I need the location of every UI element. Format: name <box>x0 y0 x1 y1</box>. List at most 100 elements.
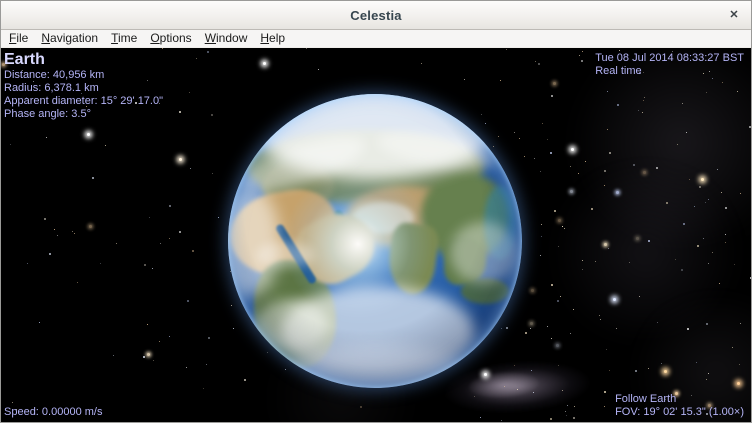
star <box>44 218 46 220</box>
star <box>551 284 553 286</box>
star <box>179 158 182 161</box>
star <box>514 132 515 133</box>
star <box>648 368 649 369</box>
star <box>675 259 676 260</box>
star <box>599 315 600 316</box>
star <box>619 50 620 51</box>
star <box>574 406 575 407</box>
star <box>530 322 533 325</box>
star <box>524 156 525 157</box>
star <box>169 238 170 239</box>
star <box>600 319 601 320</box>
star <box>740 193 741 194</box>
star <box>648 240 650 242</box>
star <box>542 123 543 124</box>
star <box>643 171 646 174</box>
star <box>557 300 559 302</box>
star <box>525 332 527 334</box>
star <box>750 277 751 279</box>
star <box>661 363 662 364</box>
star <box>12 402 13 403</box>
speed-info: Speed: 0.00000 m/s <box>4 406 102 419</box>
star <box>360 406 362 408</box>
star <box>604 243 607 246</box>
menu-window[interactable]: Window <box>205 30 248 47</box>
star <box>550 418 552 420</box>
titlebar[interactable]: Celestia ✕ <box>1 1 751 30</box>
star <box>189 92 190 93</box>
star <box>504 386 505 387</box>
star <box>708 373 709 374</box>
star <box>421 63 422 64</box>
star <box>571 148 574 151</box>
star <box>27 263 28 264</box>
star <box>683 223 685 225</box>
menu-time[interactable]: Time <box>111 30 137 47</box>
menu-file[interactable]: File <box>9 30 28 47</box>
celestia-window: Celestia ✕ File Navigation Time Options … <box>0 0 752 423</box>
star <box>484 373 487 376</box>
star <box>147 324 148 325</box>
star <box>207 51 209 53</box>
star <box>699 186 701 188</box>
star <box>501 420 502 421</box>
star <box>582 269 583 270</box>
star <box>617 104 619 106</box>
star <box>231 305 232 306</box>
star <box>737 91 738 92</box>
star <box>607 129 608 130</box>
star <box>212 173 213 174</box>
star <box>565 411 566 412</box>
star <box>531 289 534 292</box>
star <box>701 178 704 181</box>
star <box>697 245 699 247</box>
star <box>116 243 117 244</box>
close-icon[interactable]: ✕ <box>726 7 742 23</box>
star <box>656 167 658 169</box>
star <box>74 233 75 234</box>
menu-options[interactable]: Options <box>150 30 191 47</box>
menu-navigation[interactable]: Navigation <box>41 30 98 47</box>
star <box>89 225 92 228</box>
fov-value: FOV: 19° 02' 15.3" (1.00×) <box>615 406 744 419</box>
star <box>541 236 542 237</box>
star <box>517 389 518 390</box>
star <box>712 252 713 253</box>
star <box>547 326 548 327</box>
star <box>721 192 722 193</box>
star <box>642 112 643 113</box>
star <box>749 126 751 128</box>
star <box>609 370 610 371</box>
star <box>579 55 580 56</box>
star <box>306 48 307 49</box>
earth-globe[interactable] <box>228 94 522 388</box>
star <box>582 260 583 261</box>
star <box>696 362 697 363</box>
star <box>560 296 561 297</box>
object-radius: Radius: 6,378.1 km <box>4 82 163 95</box>
star <box>558 365 559 366</box>
object-phase-angle: Phase angle: 3.5° <box>4 108 163 121</box>
star <box>233 328 234 329</box>
space-viewport[interactable]: Earth Distance: 40,956 km Radius: 6,378.… <box>1 48 751 422</box>
star <box>635 370 637 372</box>
star <box>159 341 160 342</box>
follow-mode: Follow Earth <box>615 393 744 406</box>
menu-help[interactable]: Help <box>260 30 285 47</box>
star <box>192 250 194 252</box>
star <box>639 296 640 297</box>
star <box>144 264 146 266</box>
star <box>686 132 687 133</box>
star <box>604 391 606 393</box>
star <box>92 177 94 179</box>
star <box>480 417 481 418</box>
star <box>87 133 90 136</box>
star <box>218 217 219 218</box>
star <box>39 322 40 323</box>
star <box>573 309 574 310</box>
star <box>664 370 667 373</box>
star <box>558 246 559 247</box>
time-mode: Real time <box>595 65 744 78</box>
star <box>677 144 678 145</box>
star <box>541 224 542 225</box>
